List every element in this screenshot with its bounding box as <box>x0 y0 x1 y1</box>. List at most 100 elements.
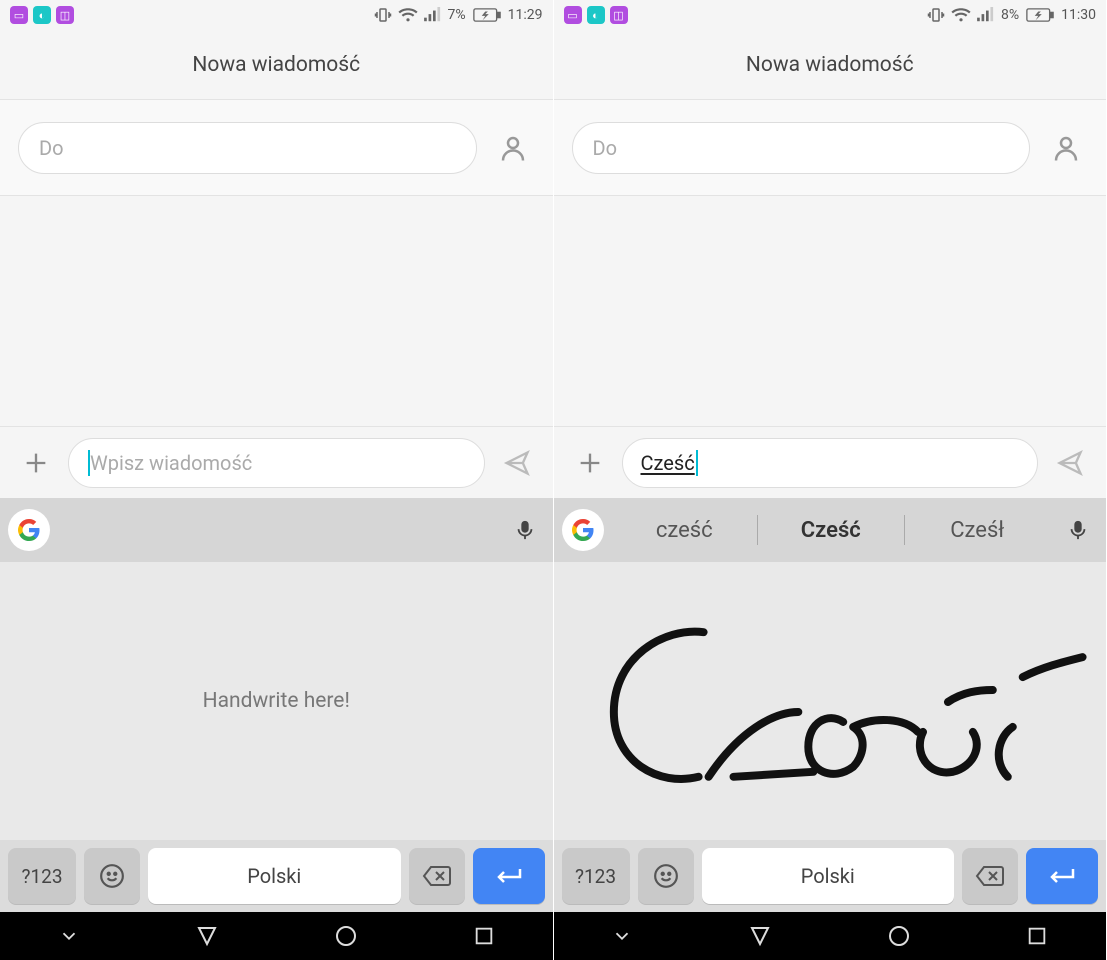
smile-icon <box>99 863 125 889</box>
header: Nowa wiadomość <box>554 30 1107 100</box>
suggestion-1[interactable]: cześć <box>612 518 758 543</box>
signal-icon <box>977 7 995 23</box>
app-icon-chat: ▭ <box>10 6 28 24</box>
keyboard-bottom-row: ?123 Polski <box>0 840 553 912</box>
back-nav-icon[interactable] <box>195 924 219 948</box>
recipient-placeholder: Do <box>593 136 618 160</box>
person-icon <box>498 133 528 163</box>
mic-icon <box>1067 516 1089 544</box>
numeric-key[interactable]: ?123 <box>8 848 76 904</box>
app-icon-android: ◐ <box>33 6 51 24</box>
app-icon-gallery: ◫ <box>610 6 628 24</box>
enter-icon <box>494 866 524 886</box>
chevron-down-icon[interactable] <box>58 925 80 947</box>
google-g-icon <box>571 518 595 542</box>
suggestion-strip <box>0 498 553 562</box>
clock: 11:30 <box>1061 7 1096 23</box>
voice-input-button[interactable] <box>1058 510 1098 550</box>
numeric-key[interactable]: ?123 <box>562 848 630 904</box>
suggestion-2[interactable]: Cześć <box>758 518 904 543</box>
text-cursor <box>696 450 698 476</box>
compose-row: Cześć <box>554 426 1107 498</box>
message-placeholder: Wpisz wiadomość <box>90 451 252 475</box>
mic-icon <box>514 516 536 544</box>
wifi-icon <box>398 7 418 23</box>
battery-percent: 8% <box>1001 7 1019 23</box>
page-title: Nowa wiadomość <box>746 53 914 77</box>
plus-icon <box>22 449 50 477</box>
recipient-row: Do <box>0 100 553 196</box>
suggestion-strip: cześć Cześć Cześł <box>554 498 1107 562</box>
app-icon-android: ◐ <box>587 6 605 24</box>
header: Nowa wiadomość <box>0 30 553 100</box>
message-input[interactable]: Wpisz wiadomość <box>68 438 485 488</box>
suggestion-3[interactable]: Cześł <box>905 518 1051 543</box>
handwriting-prompt: Handwrite here! <box>203 689 350 713</box>
space-key[interactable]: Polski <box>148 848 401 904</box>
app-icon-chat: ▭ <box>564 6 582 24</box>
back-nav-icon[interactable] <box>748 924 772 948</box>
enter-key[interactable] <box>473 848 545 904</box>
wifi-icon <box>951 7 971 23</box>
android-nav-bar <box>554 912 1107 960</box>
message-area <box>0 196 553 426</box>
backspace-key[interactable] <box>409 848 465 904</box>
status-bar: ▭ ◐ ◫ 8% 11:30 <box>554 0 1107 30</box>
google-g-icon <box>17 518 41 542</box>
google-button[interactable] <box>8 509 50 551</box>
send-icon <box>1056 449 1084 477</box>
battery-percent: 7% <box>448 7 466 23</box>
suggestion-list: cześć Cześć Cześł <box>612 515 1051 545</box>
backspace-key[interactable] <box>962 848 1018 904</box>
app-icon-gallery: ◫ <box>56 6 74 24</box>
add-contact-button[interactable] <box>1044 126 1088 170</box>
send-button[interactable] <box>1050 443 1090 483</box>
backspace-icon <box>422 865 452 887</box>
emoji-key[interactable] <box>84 848 140 904</box>
emoji-key[interactable] <box>638 848 694 904</box>
plus-icon <box>576 449 604 477</box>
home-nav-icon[interactable] <box>887 924 911 948</box>
status-app-icons: ▭ ◐ ◫ <box>564 6 628 24</box>
message-value: Cześć <box>641 451 695 475</box>
status-bar: ▭ ◐ ◫ 7% 11:29 <box>0 0 553 30</box>
backspace-icon <box>975 865 1005 887</box>
message-input[interactable]: Cześć <box>622 438 1039 488</box>
recent-nav-icon[interactable] <box>473 925 495 947</box>
handwriting-panel[interactable] <box>554 562 1107 840</box>
attach-button[interactable] <box>570 443 610 483</box>
battery-icon <box>1025 8 1055 22</box>
home-nav-icon[interactable] <box>334 924 358 948</box>
add-contact-button[interactable] <box>491 126 535 170</box>
android-nav-bar <box>0 912 553 960</box>
smile-icon <box>653 863 679 889</box>
message-area <box>554 196 1107 426</box>
phone-screen-2: ▭ ◐ ◫ 8% 11:30 Nowa wiadomość Do Cześć <box>554 0 1107 960</box>
vibrate-icon <box>927 6 945 24</box>
handwriting-ink <box>554 562 1107 840</box>
recipient-input[interactable]: Do <box>572 122 1031 174</box>
compose-row: Wpisz wiadomość <box>0 426 553 498</box>
signal-icon <box>424 7 442 23</box>
phone-screen-1: ▭ ◐ ◫ 7% 11:29 Nowa wiadomość Do Wpi <box>0 0 554 960</box>
vibrate-icon <box>374 6 392 24</box>
voice-input-button[interactable] <box>505 510 545 550</box>
google-button[interactable] <box>562 509 604 551</box>
recipient-placeholder: Do <box>39 136 64 160</box>
recipient-input[interactable]: Do <box>18 122 477 174</box>
enter-key[interactable] <box>1026 848 1098 904</box>
recent-nav-icon[interactable] <box>1026 925 1048 947</box>
page-title: Nowa wiadomość <box>192 53 360 77</box>
attach-button[interactable] <box>16 443 56 483</box>
battery-icon <box>472 8 502 22</box>
person-icon <box>1051 133 1081 163</box>
keyboard-bottom-row: ?123 Polski <box>554 840 1107 912</box>
space-key[interactable]: Polski <box>702 848 955 904</box>
status-app-icons: ▭ ◐ ◫ <box>10 6 74 24</box>
enter-icon <box>1047 866 1077 886</box>
clock: 11:29 <box>508 7 543 23</box>
chevron-down-icon[interactable] <box>611 925 633 947</box>
handwriting-panel[interactable]: Handwrite here! <box>0 562 553 840</box>
send-button[interactable] <box>497 443 537 483</box>
send-icon <box>503 449 531 477</box>
